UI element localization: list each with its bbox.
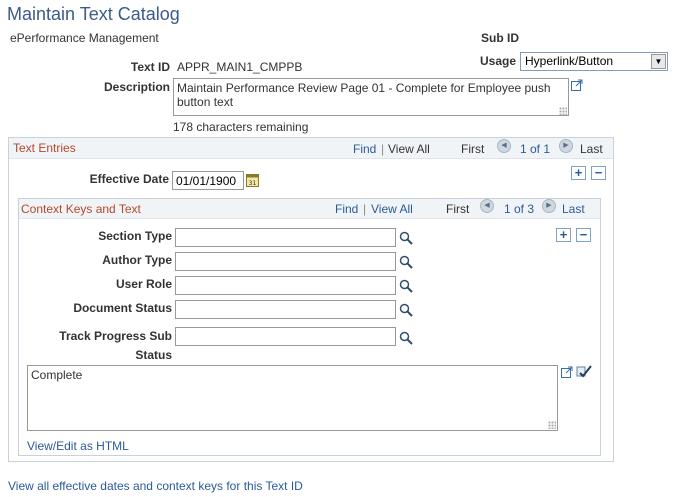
usage-select[interactable]: Hyperlink/Button ▼ <box>520 52 668 71</box>
text-entries-first: First <box>461 142 485 156</box>
chevron-down-icon[interactable]: ▼ <box>651 54 666 69</box>
author-type-label: Author Type <box>102 253 172 267</box>
calendar-icon[interactable]: 31 <box>246 173 259 187</box>
text-entries-count: 1 of 1 <box>520 142 551 156</box>
lookup-icon[interactable] <box>399 331 413 345</box>
context-keys-view-all-link[interactable]: View All <box>371 202 413 216</box>
context-keys-find-link[interactable]: Find <box>335 202 358 216</box>
usage-label: Usage <box>480 54 517 68</box>
author-type-input[interactable] <box>175 252 396 271</box>
text-entries-last: Last <box>580 142 603 156</box>
resize-grip-icon[interactable] <box>548 421 556 429</box>
text-id-label: Text ID <box>130 60 170 74</box>
lookup-icon[interactable] <box>399 279 413 293</box>
context-text-textarea[interactable]: Complete <box>27 365 558 431</box>
context-keys-count: 1 of 3 <box>504 202 535 216</box>
previous-icon[interactable]: ◀ <box>497 139 511 153</box>
text-entries-find-link[interactable]: Find <box>353 142 376 156</box>
text-entries-view-all: View All <box>388 142 430 156</box>
delete-context-button[interactable]: − <box>576 228 591 242</box>
view-edit-html-link[interactable]: View/Edit as HTML <box>27 439 129 453</box>
description-textarea[interactable]: Maintain Performance Review Page 01 - Co… <box>173 78 569 116</box>
separator: | <box>363 202 367 216</box>
user-role-input[interactable] <box>175 276 396 295</box>
effective-date-label: Effective Date <box>89 172 169 186</box>
usage-select-value: Hyperlink/Button <box>525 54 614 68</box>
resize-grip-icon[interactable] <box>559 107 567 115</box>
lookup-icon[interactable] <box>399 255 413 269</box>
page-subtitle: ePerformance Management <box>10 31 159 45</box>
delete-row-button[interactable]: − <box>591 166 606 180</box>
description-label: Description <box>103 80 170 94</box>
track-progress-label-status: Status <box>135 348 172 362</box>
chars-remaining: 178 characters remaining <box>173 120 309 134</box>
context-keys-title: Context Keys and Text <box>21 202 141 216</box>
section-type-input[interactable] <box>175 228 396 247</box>
page-title: Maintain Text Catalog <box>7 4 180 24</box>
view-all-effective-dates-link[interactable]: View all effective dates and context key… <box>8 479 303 493</box>
separator: | <box>381 142 385 156</box>
expand-icon[interactable] <box>560 365 574 379</box>
add-row-button[interactable]: + <box>571 166 586 180</box>
lookup-icon[interactable] <box>399 231 413 245</box>
context-keys-last-link[interactable]: Last <box>562 202 585 216</box>
svg-text:31: 31 <box>249 180 257 187</box>
track-progress-label: Track Progress Sub <box>59 329 172 343</box>
document-status-input[interactable] <box>175 300 396 319</box>
add-context-button[interactable]: + <box>556 228 571 242</box>
next-icon[interactable]: ▶ <box>559 139 573 153</box>
document-status-label: Document Status <box>73 301 172 315</box>
text-entries-title: Text Entries <box>13 141 76 155</box>
spell-check-icon[interactable] <box>576 363 592 379</box>
previous-icon[interactable]: ◀ <box>480 199 494 213</box>
track-progress-input[interactable] <box>175 327 396 346</box>
user-role-label: User Role <box>115 277 172 291</box>
text-id-value: APPR_MAIN1_CMPPB <box>177 60 303 74</box>
lookup-icon[interactable] <box>399 303 413 317</box>
sub-id-label: Sub ID <box>481 31 519 45</box>
section-type-label: Section Type <box>98 229 172 243</box>
effective-date-input[interactable]: 01/01/1900 <box>172 171 244 190</box>
context-keys-first: First <box>446 202 470 216</box>
expand-icon[interactable] <box>570 78 584 92</box>
next-icon[interactable]: ▶ <box>542 199 556 213</box>
